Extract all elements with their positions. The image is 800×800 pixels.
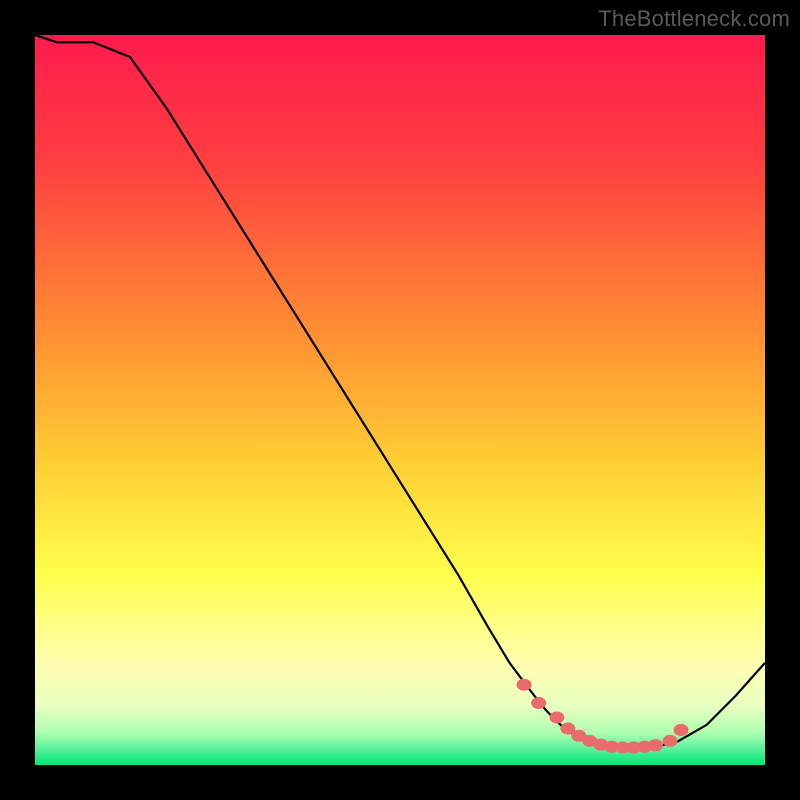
marker-dot xyxy=(663,735,677,746)
chart-svg xyxy=(35,35,765,765)
marker-dot xyxy=(674,725,688,736)
marker-dot xyxy=(649,740,663,751)
watermark-label: TheBottleneck.com xyxy=(598,6,790,32)
marker-dot xyxy=(532,698,546,709)
chart-frame: TheBottleneck.com xyxy=(0,0,800,800)
gradient-background xyxy=(35,35,765,765)
plot-area xyxy=(35,35,765,765)
marker-dot xyxy=(550,712,564,723)
marker-dot xyxy=(517,679,531,690)
